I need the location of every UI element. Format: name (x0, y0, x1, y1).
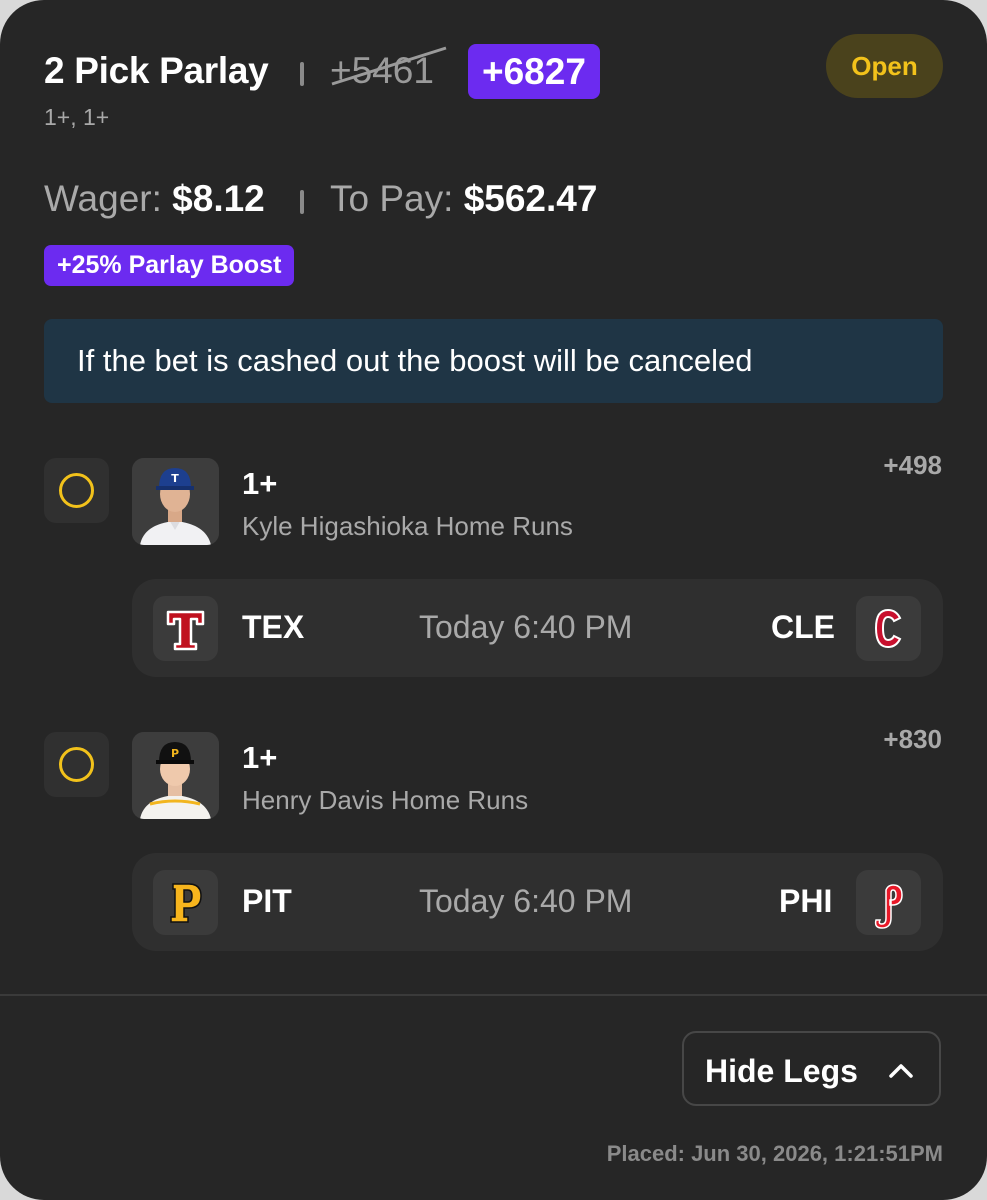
leg-odds: +498 (883, 450, 942, 480)
svg-text:T: T (171, 472, 179, 485)
leg-line: 1+ (242, 466, 278, 501)
hide-legs-label: Hide Legs (705, 1053, 858, 1089)
game-time: Today 6:40 PM (419, 883, 633, 919)
leg-status-pending-icon (44, 732, 109, 797)
svg-text:P: P (171, 747, 179, 760)
status-badge: Open (826, 34, 943, 98)
payout-row: To Pay: $562.47 (330, 178, 597, 220)
placed-timestamp: Placed: Jun 30, 2026, 1:21:51PM (606, 1141, 943, 1166)
hide-legs-button[interactable]: Hide Legs (682, 1031, 941, 1106)
away-team: TEX (242, 609, 305, 645)
payout-value: $562.47 (463, 178, 598, 219)
leg-status-pending-icon (44, 458, 109, 523)
home-team: PHI (779, 883, 833, 919)
boost-notice: If the bet is cashed out the boost will … (44, 319, 943, 403)
rangers-logo-icon (153, 596, 218, 661)
footer-divider (0, 994, 987, 996)
game-time: Today 6:40 PM (419, 609, 633, 645)
leg-market: Kyle Higashioka Home Runs (242, 511, 573, 541)
player-headshot-avatar: T (132, 458, 219, 545)
chevron-up-icon (889, 1064, 913, 1078)
strikethrough-line (331, 46, 447, 86)
parlay-card: 2 Pick Parlay +5461 +6827 Open 1+, 1+ Wa… (0, 0, 987, 1200)
wager-label: Wager: (44, 178, 162, 219)
boost-notice-text: If the bet is cashed out the boost will … (77, 343, 753, 378)
wager-row: Wager: $8.12 (44, 178, 265, 220)
parlay-boost-badge: +25% Parlay Boost (44, 245, 295, 286)
leg-line: 1+ (242, 740, 278, 775)
player-headshot-avatar: P (132, 732, 219, 819)
phillies-logo-icon (856, 870, 921, 935)
pirates-logo-icon (153, 870, 218, 935)
parlay-subtitle: 1+, 1+ (44, 104, 110, 130)
payout-label: To Pay: (330, 178, 454, 219)
game-matchup: PIT Today 6:40 PM PHI (132, 853, 943, 951)
leg-odds: +830 (883, 724, 942, 754)
wager-separator (300, 190, 304, 214)
parlay-title: 2 Pick Parlay (44, 50, 269, 91)
wager-value: $8.12 (172, 178, 265, 219)
boosted-odds: +6827 (468, 44, 600, 99)
home-team: CLE (771, 609, 835, 645)
game-matchup: TEX Today 6:40 PM CLE (132, 579, 943, 677)
title-separator (300, 62, 304, 86)
away-team: PIT (242, 883, 292, 919)
guardians-logo-icon (856, 596, 921, 661)
leg-market: Henry Davis Home Runs (242, 785, 529, 815)
